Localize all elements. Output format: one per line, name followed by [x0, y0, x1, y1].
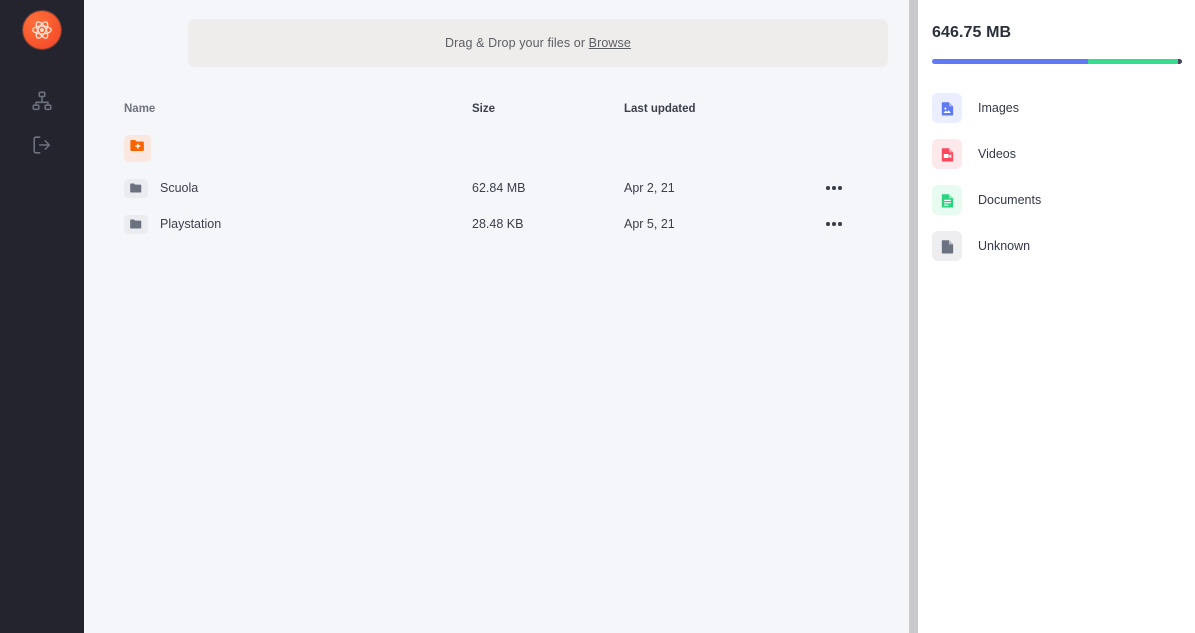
row-last-updated: Apr 5, 21: [624, 217, 675, 231]
file-table: Name Size Last updated Scuola 62.84 MB A…: [124, 103, 894, 237]
row-size: 28.48 KB: [472, 217, 524, 231]
storage-category-label: Videos: [978, 147, 1016, 161]
row-actions-cell: [824, 186, 884, 190]
main-scrollbar[interactable]: [909, 0, 918, 633]
logout-icon: [31, 134, 53, 156]
storage-usage-bar: [932, 59, 1182, 64]
storage-total: 646.75 MB: [932, 24, 1012, 41]
storage-category-unknown[interactable]: Unknown: [932, 223, 1183, 269]
storage-panel: 646.75 MB Images Videos Documents Unknow…: [918, 0, 1195, 633]
row-menu-button[interactable]: [824, 222, 884, 226]
storage-category-videos[interactable]: Videos: [932, 131, 1183, 177]
row-last-updated: Apr 2, 21: [624, 181, 675, 195]
storage-category-label: Documents: [978, 193, 1042, 207]
row-name: Playstation: [160, 217, 222, 231]
table-body: Scuola 62.84 MB Apr 2, 21 Playstation 28…: [124, 175, 894, 237]
add-folder-button[interactable]: [124, 134, 151, 162]
row-size: 62.84 MB: [472, 181, 526, 195]
storage-category-list: Images Videos Documents Unknown: [932, 85, 1183, 269]
file-image-icon: [932, 93, 962, 123]
sidebar-item-sitemap[interactable]: [25, 87, 59, 115]
file-video-icon: [932, 139, 962, 169]
dropzone-label: Drag & Drop your files or Browse: [445, 36, 631, 50]
table-header: Name Size Last updated: [124, 103, 894, 121]
atom-logo[interactable]: [23, 11, 61, 49]
main-content: Drag & Drop your files or Browse Name Si…: [84, 0, 918, 633]
storage-segment-images: [932, 59, 1089, 64]
row-actions-cell: [824, 222, 884, 226]
row-name: Scuola: [160, 181, 199, 195]
column-header-name: Name: [124, 103, 156, 115]
column-header-last-updated: Last updated: [624, 103, 696, 115]
table-row[interactable]: Playstation 28.48 KB Apr 5, 21: [124, 211, 894, 237]
dropzone[interactable]: Drag & Drop your files or Browse: [188, 19, 888, 67]
sidebar: [0, 0, 84, 633]
table-row[interactable]: Scuola 62.84 MB Apr 2, 21: [124, 175, 894, 201]
file-lines-icon: [932, 185, 962, 215]
storage-category-label: Images: [978, 101, 1019, 115]
storage-category-documents[interactable]: Documents: [932, 177, 1183, 223]
sitemap-icon: [31, 90, 53, 112]
storage-segment-videos-documents: [1088, 59, 1179, 64]
add-folder-icon: [129, 137, 146, 159]
scrollbar-thumb[interactable]: [909, 0, 918, 633]
folder-icon: [124, 178, 148, 198]
sidebar-nav: [25, 87, 59, 159]
storage-category-label: Unknown: [978, 239, 1031, 253]
row-menu-button[interactable]: [824, 186, 884, 190]
storage-category-images[interactable]: Images: [932, 85, 1183, 131]
folder-icon: [124, 214, 148, 234]
dropzone-text-prefix: Drag & Drop your files or: [445, 36, 589, 50]
browse-link[interactable]: Browse: [589, 36, 631, 50]
app-root: Drag & Drop your files or Browse Name Si…: [0, 0, 1195, 633]
file-blank-icon: [932, 231, 962, 261]
sidebar-item-logout[interactable]: [25, 131, 59, 159]
new-folder-row: [124, 131, 894, 165]
row-name-cell: Playstation: [124, 214, 472, 234]
row-name-cell: Scuola: [124, 178, 472, 198]
storage-segment-unknown: [1178, 59, 1182, 64]
column-header-size: Size: [472, 103, 496, 115]
